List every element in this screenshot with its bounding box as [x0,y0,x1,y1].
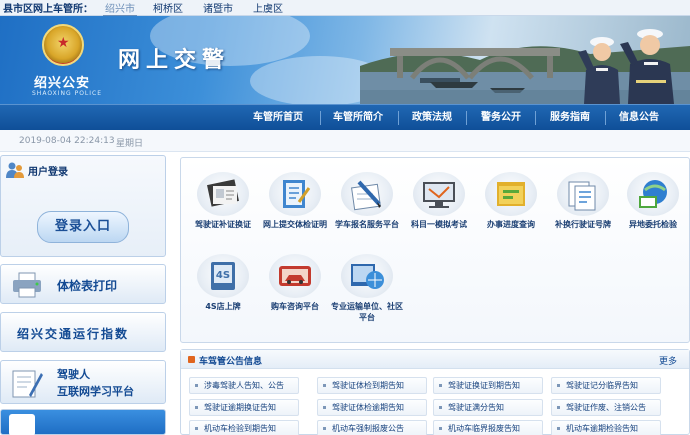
header-banner: ★ 绍兴公安 SHAOXING POLICE 网上交警 [0,16,690,104]
announcement-link[interactable]: 驾驶证记分临界告知 [551,377,661,394]
announcement-bullet-icon [188,356,195,363]
exam-print-label: 体检表打印 [57,279,118,293]
plate-docs-icon [557,172,609,216]
sidebar-banner-icon [9,414,35,435]
car-consult-icon [269,254,321,298]
nav-item-intro[interactable]: 车管所简介 [333,105,383,131]
announcement-link[interactable]: 驾驶证体检逾期告知 [317,399,427,416]
exam-print-button[interactable]: 体检表打印 [0,264,166,304]
announcement-link[interactable]: 驾驶证换证到期告知 [433,377,543,394]
notebook-pen-icon [12,370,43,398]
dealer-plate-icon: 4S [197,254,249,298]
site-title: 网上交警 [118,48,231,73]
announcement-panel: 车驾管公告信息 更多 涉毒驾驶人告知、公告 驾驶证体检到期告知 驾驶证换证到期告… [180,349,690,435]
login-title: 用户登录 [28,166,68,178]
nav-separator [466,111,467,125]
nav-separator [398,111,399,125]
announcement-link[interactable]: 机动车检验到期告知 [189,420,299,435]
login-panel: 用户登录 登录入口 [0,155,166,257]
learning-platform-line2: 互联网学习平台 [57,385,134,398]
service-car-consult[interactable]: 购车咨询平台 [259,254,331,312]
city-link-zhuji[interactable]: 诸暨市 [201,0,235,15]
service-driving-school[interactable]: 学车报名服务平台 [331,172,403,230]
nav-separator [535,111,536,125]
remote-inspection-icon [627,172,679,216]
nav-separator [605,111,606,125]
announcement-link[interactable]: 驾驶证逾期换证告知 [189,399,299,416]
announcement-link[interactable]: 驾驶证作废、注销公告 [551,399,661,416]
service-4s-plate[interactable]: 4S 4S店上牌 [187,254,259,312]
learning-platform-button[interactable]: 驾驶人 互联网学习平台 [0,360,166,404]
service-label: 办事进度查询 [487,220,535,229]
brand-english: SHAOXING POLICE [32,90,103,97]
learning-platform-line1: 驾驶人 [57,368,90,381]
svg-text:4S: 4S [216,270,230,281]
announcement-link[interactable]: 机动车逾期检验告知 [551,420,661,435]
announcement-link[interactable]: 驾驶证体检到期告知 [317,377,427,394]
medical-doc-icon [269,172,321,216]
service-medical-submit[interactable]: 网上提交体检证明 [259,172,331,230]
service-remote-inspection[interactable]: 异地委托检验 [617,172,689,230]
announcement-link[interactable]: 机动车强制报废公告 [317,420,427,435]
traffic-index-button[interactable]: 绍兴交通运行指数 [0,312,166,352]
transport-globe-icon [341,254,393,298]
signup-pen-icon [341,172,393,216]
date-bar: 2019-08-04 22:24:13 星期日 [0,130,690,152]
city-selector-label: 县市区网上车管所： [3,4,93,15]
service-grid: 驾驶证补证换证 网上提交体检证明 学车报名服务平台 科目一模拟考试 办事进度查询… [180,157,690,343]
service-label: 异地委托检验 [629,220,677,229]
exam-monitor-icon [413,172,465,216]
service-label: 补换行驶证号牌 [555,220,611,229]
license-card-icon [197,172,249,216]
nav-item-home[interactable]: 车管所首页 [253,105,303,131]
service-plate-replace[interactable]: 补换行驶证号牌 [547,172,619,230]
service-label: 驾驶证补证换证 [195,220,251,229]
police-emblem-icon: ★ [42,24,84,66]
service-license-renew[interactable]: 驾驶证补证换证 [187,172,259,230]
traffic-index-label: 绍兴交通运行指数 [17,327,130,341]
more-link[interactable]: 更多 [659,354,677,367]
service-mock-exam[interactable]: 科目一模拟考试 [403,172,475,230]
nav-separator [320,111,321,125]
city-link-keqiao[interactable]: 柯桥区 [151,0,185,15]
printer-icon [13,272,41,298]
city-selector-bar: 县市区网上车管所： 绍兴市 柯桥区 诸暨市 上虞区 [0,0,690,16]
current-weekday: 星期日 [116,139,144,149]
sidebar-banner-partial[interactable] [0,409,166,435]
login-button[interactable]: 登录入口 [37,211,129,243]
users-icon [6,162,24,178]
announcement-link[interactable]: 机动车临界报废告知 [433,420,543,435]
announcement-title: 车驾管公告信息 [199,357,263,367]
progress-folder-icon [485,172,537,216]
service-label: 购车咨询平台 [271,302,319,311]
service-label: 学车报名服务平台 [335,220,399,229]
nav-item-policy[interactable]: 政策法规 [412,105,452,131]
brand-name: 绍兴公安 [34,76,91,91]
nav-item-guide[interactable]: 服务指南 [550,105,590,131]
service-label: 专业运输单位、社区平台 [331,302,403,322]
announcement-link[interactable]: 驾驶证满分告知 [433,399,543,416]
nav-item-public[interactable]: 警务公开 [481,105,521,131]
announcement-link[interactable]: 涉毒驾驶人告知、公告 [189,377,299,394]
service-label: 网上提交体检证明 [263,220,327,229]
left-sidebar: 用户登录 登录入口 体检表打印 绍兴交通运行指数 驾驶人 互联网学习平台 [0,152,172,435]
service-progress-query[interactable]: 办事进度查询 [475,172,547,230]
nav-item-notice[interactable]: 信息公告 [619,105,659,131]
announcement-header: 车驾管公告信息 更多 [181,350,689,369]
service-label: 科目一模拟考试 [411,220,467,229]
service-transport-community[interactable]: 专业运输单位、社区平台 [331,254,403,323]
city-link-shangyu[interactable]: 上虞区 [251,0,285,15]
city-link-shaoxing[interactable]: 绍兴市 [103,0,137,16]
traffic-police-image [578,29,674,104]
main-nav: 车管所首页 车管所简介 政策法规 警务公开 服务指南 信息公告 [0,104,690,130]
current-datetime: 2019-08-04 22:24:13 [19,136,115,146]
service-label: 4S店上牌 [205,302,241,311]
login-header: 用户登录 [5,160,68,180]
